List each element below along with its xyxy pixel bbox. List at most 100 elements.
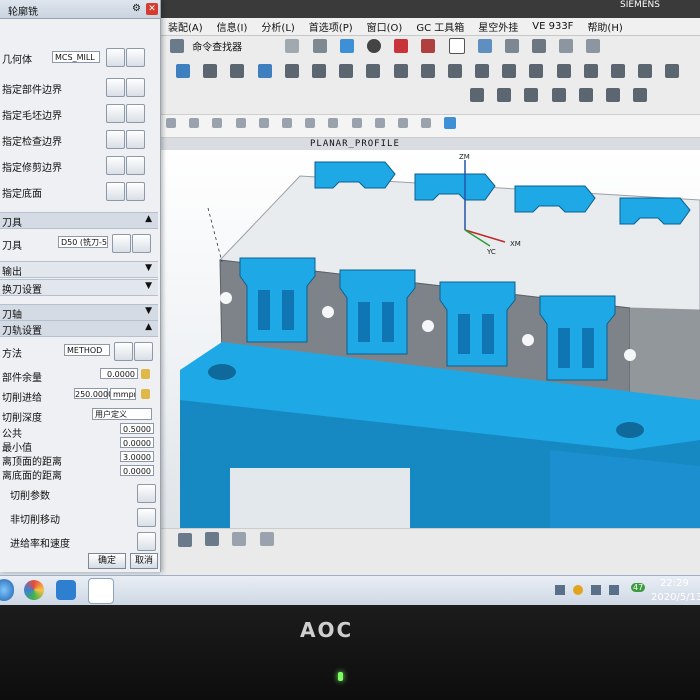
menu-item[interactable]: 装配(A) bbox=[168, 19, 203, 34]
app-icon[interactable] bbox=[56, 580, 76, 600]
clock-time[interactable]: 22:29 bbox=[660, 578, 689, 589]
tool-icon[interactable] bbox=[257, 64, 272, 78]
tool-icon[interactable] bbox=[559, 39, 574, 53]
tool-icon[interactable] bbox=[203, 64, 218, 78]
tool-icon[interactable] bbox=[420, 64, 435, 78]
tool-icon[interactable] bbox=[311, 64, 326, 78]
snap-icon[interactable] bbox=[374, 118, 385, 128]
sphere-icon[interactable] bbox=[366, 39, 381, 53]
bottom-offset-input[interactable]: 0.0000 bbox=[120, 465, 154, 476]
tool-axis-section-header[interactable]: 刀轴 ▼ bbox=[0, 304, 158, 321]
tool-icon[interactable] bbox=[259, 532, 274, 546]
tool-icon[interactable] bbox=[638, 64, 653, 78]
close-button[interactable]: ✕ bbox=[146, 3, 158, 15]
tool-icon[interactable] bbox=[502, 64, 517, 78]
trim-boundary-row[interactable]: 指定修剪边界 bbox=[0, 154, 158, 176]
display-icon[interactable] bbox=[126, 78, 145, 97]
tool-icon[interactable] bbox=[176, 64, 190, 78]
menu-item[interactable]: 帮助(H) bbox=[587, 19, 622, 34]
method-select[interactable]: METHOD bbox=[64, 344, 110, 356]
cut-params-button[interactable] bbox=[137, 484, 156, 503]
network-icon[interactable] bbox=[591, 585, 601, 595]
menu-item[interactable]: 窗口(O) bbox=[367, 19, 403, 34]
floor-row[interactable]: 指定底面 bbox=[0, 180, 158, 202]
menu-item[interactable]: 信息(I) bbox=[217, 19, 248, 34]
snap-icon[interactable] bbox=[281, 118, 292, 128]
tool-select[interactable]: D50 (铣刀-5) bbox=[58, 236, 108, 248]
tool-icon[interactable] bbox=[556, 64, 571, 78]
edit-tool-icon[interactable] bbox=[112, 234, 131, 253]
tool-icon[interactable] bbox=[230, 64, 245, 78]
start-button[interactable] bbox=[0, 579, 14, 601]
common-input[interactable]: 0.5000 bbox=[120, 423, 154, 434]
tool-icon[interactable] bbox=[421, 39, 436, 53]
tray-icon[interactable] bbox=[573, 585, 583, 595]
menu-item[interactable]: 首选项(P) bbox=[309, 19, 353, 34]
tool-icon[interactable] bbox=[529, 64, 544, 78]
snap-icon[interactable] bbox=[328, 118, 339, 128]
cancel-button[interactable]: 取消 bbox=[130, 553, 158, 569]
feed-unit-select[interactable]: mmpm bbox=[110, 388, 136, 400]
graphics-viewport[interactable]: ZM YC XM bbox=[160, 150, 700, 528]
tool-icon[interactable] bbox=[477, 39, 492, 53]
snap-icon[interactable] bbox=[235, 118, 246, 128]
feeds-row[interactable]: 进给率和速度 bbox=[0, 530, 158, 552]
tool-icon[interactable] bbox=[504, 39, 519, 53]
snap-icon[interactable] bbox=[397, 118, 408, 128]
nx-taskbar-icon[interactable] bbox=[88, 578, 114, 604]
snap-icon[interactable] bbox=[351, 118, 362, 128]
tool-icon[interactable] bbox=[366, 64, 381, 78]
tool-icon[interactable] bbox=[578, 88, 593, 102]
tool-icon[interactable] bbox=[633, 88, 648, 102]
tray-badge[interactable]: 47 bbox=[631, 583, 646, 592]
tool-icon[interactable] bbox=[497, 88, 512, 102]
display-icon[interactable] bbox=[126, 156, 145, 175]
gear-icon[interactable]: ⚙ bbox=[132, 3, 141, 14]
tool-icon[interactable] bbox=[586, 39, 601, 53]
speaker-icon[interactable] bbox=[609, 585, 619, 595]
frame-icon[interactable] bbox=[448, 38, 465, 54]
feeds-button[interactable] bbox=[137, 532, 156, 551]
tool-icon[interactable] bbox=[178, 533, 192, 547]
tool-icon[interactable] bbox=[532, 39, 547, 53]
new-geometry-icon[interactable] bbox=[126, 48, 145, 67]
display-icon[interactable] bbox=[126, 130, 145, 149]
non-cut-button[interactable] bbox=[137, 508, 156, 527]
snap-icon[interactable] bbox=[421, 118, 432, 128]
cut-params-row[interactable]: 切削参数 bbox=[0, 482, 158, 504]
snap-icon[interactable] bbox=[305, 118, 316, 128]
menu-item[interactable]: GC 工具箱 bbox=[416, 19, 464, 34]
select-floor-icon[interactable] bbox=[106, 182, 125, 201]
feed-input[interactable]: 250.0000 bbox=[74, 388, 113, 399]
tool-icon[interactable] bbox=[524, 88, 539, 102]
tool-icon[interactable] bbox=[470, 88, 484, 102]
display-icon[interactable] bbox=[126, 182, 145, 201]
tool-icon[interactable] bbox=[611, 64, 625, 78]
menu-item[interactable]: 星空外挂 bbox=[478, 19, 518, 34]
tool-icon[interactable] bbox=[475, 64, 490, 78]
command-finder-icon[interactable] bbox=[170, 39, 184, 53]
view-cube-icon[interactable] bbox=[444, 117, 457, 129]
tool-icon[interactable] bbox=[339, 64, 354, 78]
check-boundary-row[interactable]: 指定检查边界 bbox=[0, 128, 158, 150]
tool-icon[interactable] bbox=[393, 64, 408, 78]
blank-boundary-row[interactable]: 指定毛坯边界 bbox=[0, 102, 158, 124]
ok-button[interactable]: 确定 bbox=[88, 553, 126, 569]
new-method-icon[interactable] bbox=[134, 342, 153, 361]
part-boundary-row[interactable]: 指定部件边界 bbox=[0, 76, 158, 98]
snap-icon[interactable] bbox=[189, 118, 200, 128]
tool-icon[interactable] bbox=[285, 39, 300, 53]
tool-icon[interactable] bbox=[312, 39, 327, 53]
lock-icon[interactable] bbox=[141, 389, 150, 399]
output-subsection[interactable]: 输出 ▼ bbox=[0, 261, 158, 278]
menu-item[interactable]: 分析(L) bbox=[261, 19, 294, 34]
top-offset-input[interactable]: 3.0000 bbox=[120, 451, 154, 462]
select-boundary-icon[interactable] bbox=[106, 156, 125, 175]
tray-icon[interactable] bbox=[555, 585, 565, 595]
select-boundary-icon[interactable] bbox=[106, 104, 125, 123]
non-cut-row[interactable]: 非切削移动 bbox=[0, 506, 158, 528]
display-icon[interactable] bbox=[126, 104, 145, 123]
tool-change-subsection[interactable]: 换刀设置 ▼ bbox=[0, 279, 158, 296]
geometry-select[interactable]: MCS_MILL bbox=[52, 51, 100, 63]
tool-icon[interactable] bbox=[284, 64, 299, 78]
